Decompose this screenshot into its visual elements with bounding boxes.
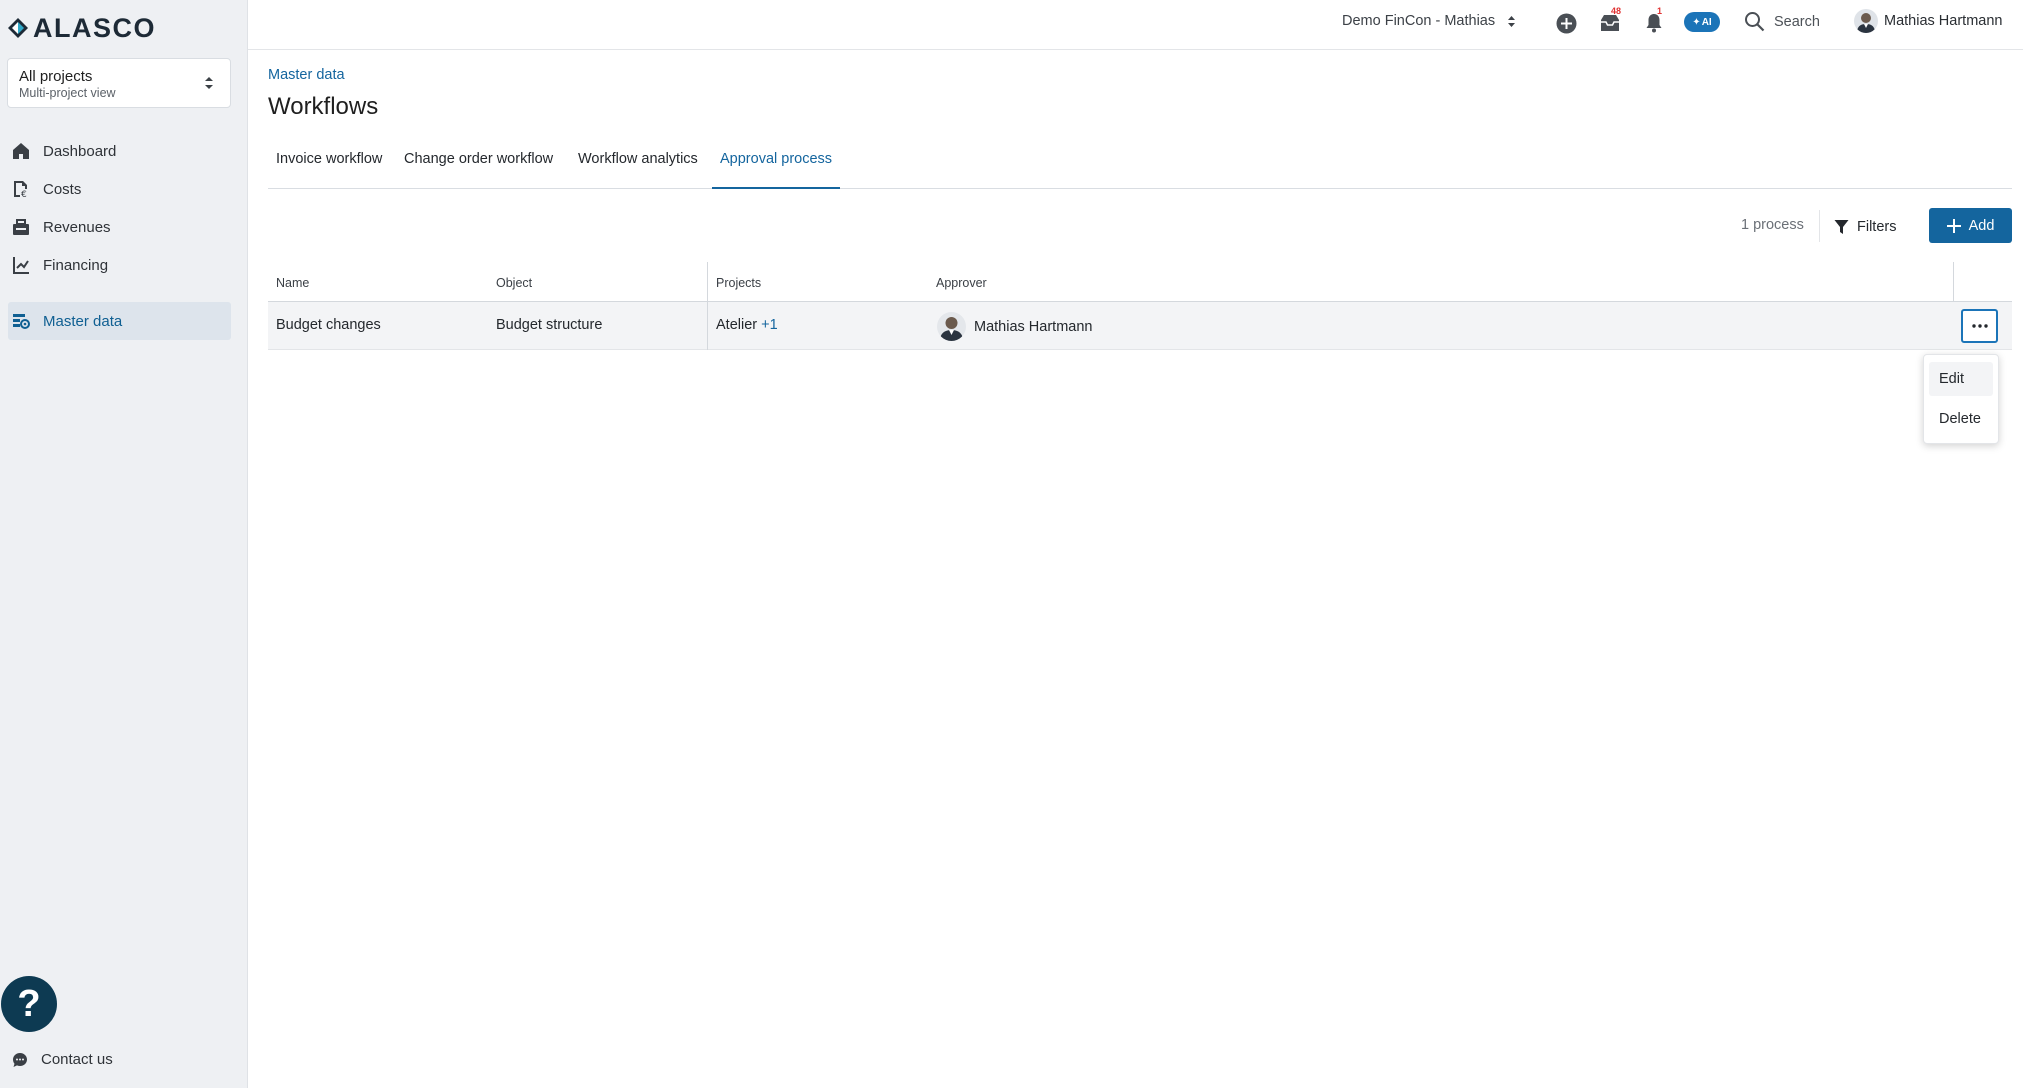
column-header-approver[interactable]: Approver [936,276,987,290]
alasco-logo-icon [8,18,28,38]
project-selector[interactable]: All projects Multi-project view [7,58,231,108]
help-icon: ? [17,982,41,1025]
tab-approval-process[interactable]: Approval process [712,140,841,189]
more-horizontal-icon [1971,324,1988,328]
process-count: 1 process [1741,217,1804,233]
revenues-icon [12,218,30,236]
notification-badge: 1 [1657,6,1663,16]
sidebar-item-revenues[interactable]: Revenues [0,208,248,246]
row-name: Budget changes [276,317,381,333]
top-bar: Demo FinCon - Mathias 48 1 ✦ AI Search M… [248,0,2023,50]
bell-icon [1646,14,1662,33]
approver-name: Mathias Hartmann [974,318,1093,335]
sidebar-item-dashboard[interactable]: Dashboard [0,132,248,170]
create-button[interactable] [1554,11,1578,35]
master-data-icon [12,312,30,330]
ai-label: AI [1701,16,1712,28]
project-selector-subtitle: Multi-project view [19,86,116,100]
plus-circle-icon [1556,13,1576,33]
sort-arrows-icon [1508,15,1516,27]
row-approver: Mathias Hartmann [937,312,1092,341]
filters-label: Filters [1857,219,1897,235]
sidebar: ALASCO All projects Multi-project view D… [0,0,248,1088]
help-button[interactable]: ? [1,976,57,1032]
filter-icon [1834,220,1849,234]
company-label: Demo FinCon - Mathias [1342,13,1496,29]
row-object: Budget structure [496,317,603,333]
svg-text:€: € [21,190,27,198]
project-selector-title: All projects [19,68,93,85]
column-header-name[interactable]: Name [276,276,309,290]
plus-icon [1946,218,1961,233]
table-row[interactable]: Budget changes Budget structure Atelier … [268,302,2012,350]
sort-arrows-icon [205,77,213,89]
sidebar-item-label: Revenues [43,218,111,236]
company-selector[interactable]: Demo FinCon - Mathias [1342,13,1516,29]
home-icon [12,142,30,160]
sidebar-item-master-data[interactable]: Master data [8,302,231,340]
search-button[interactable]: Search [1744,11,1820,32]
search-label: Search [1774,13,1820,30]
user-menu[interactable]: Mathias Hartmann [1854,9,2002,33]
contact-us-link[interactable]: Contact us [12,1051,113,1068]
sidebar-item-label: Dashboard [43,142,117,160]
column-header-object[interactable]: Object [496,276,532,290]
logo[interactable]: ALASCO [7,13,156,43]
tab-invoice-workflow[interactable]: Invoice workflow [268,140,390,189]
column-header-projects[interactable]: Projects [716,276,761,290]
chat-icon [13,1052,27,1067]
sidebar-item-label: Master data [43,312,123,330]
menu-item-delete[interactable]: Delete [1929,402,1993,436]
logo-text: ALASCO [33,12,156,43]
row-actions-menu: Edit Delete [1923,354,1999,444]
column-divider [707,262,708,350]
avatar [937,312,966,341]
divider [1819,210,1820,242]
inbox-badge: 48 [1611,6,1622,16]
column-divider [1953,262,1954,302]
sidebar-nav: Dashboard € Costs Revenues Financing Mas [0,132,248,340]
financing-icon [12,256,30,274]
row-projects-first: Atelier [716,317,758,333]
ai-assistant-button[interactable]: ✦ AI [1684,12,1720,32]
user-name: Mathias Hartmann [1884,13,2003,29]
sidebar-item-label: Costs [43,180,82,198]
sparkle-icon: ✦ [1692,16,1701,28]
tab-change-order-workflow[interactable]: Change order workflow [396,140,561,189]
menu-item-edit[interactable]: Edit [1929,362,1993,396]
inbox-icon [1601,15,1619,31]
page-title: Workflows [268,93,379,120]
contact-us-label: Contact us [41,1051,113,1068]
approval-process-table: Name Object Projects Approver Budget cha… [268,262,2012,350]
row-projects: Atelier +1 [716,317,778,333]
sidebar-item-costs[interactable]: € Costs [0,170,248,208]
notifications-button[interactable]: 1 [1642,6,1666,35]
tab-workflow-analytics[interactable]: Workflow analytics [570,140,706,189]
row-projects-more[interactable]: +1 [761,317,778,333]
table-header: Name Object Projects Approver [268,262,2012,302]
row-actions-button[interactable] [1961,309,1998,343]
costs-icon: € [12,180,30,198]
tab-bar: Invoice workflow Change order workflow W… [268,140,2012,189]
search-icon [1745,12,1765,32]
inbox-button[interactable]: 48 [1598,6,1622,35]
add-button[interactable]: Add [1929,208,2012,243]
sidebar-item-label: Financing [43,256,109,274]
add-label: Add [1968,217,1995,234]
avatar [1854,9,1878,33]
sidebar-item-financing[interactable]: Financing [0,246,248,284]
filters-button[interactable]: Filters [1834,211,1896,243]
breadcrumb[interactable]: Master data [268,67,345,83]
